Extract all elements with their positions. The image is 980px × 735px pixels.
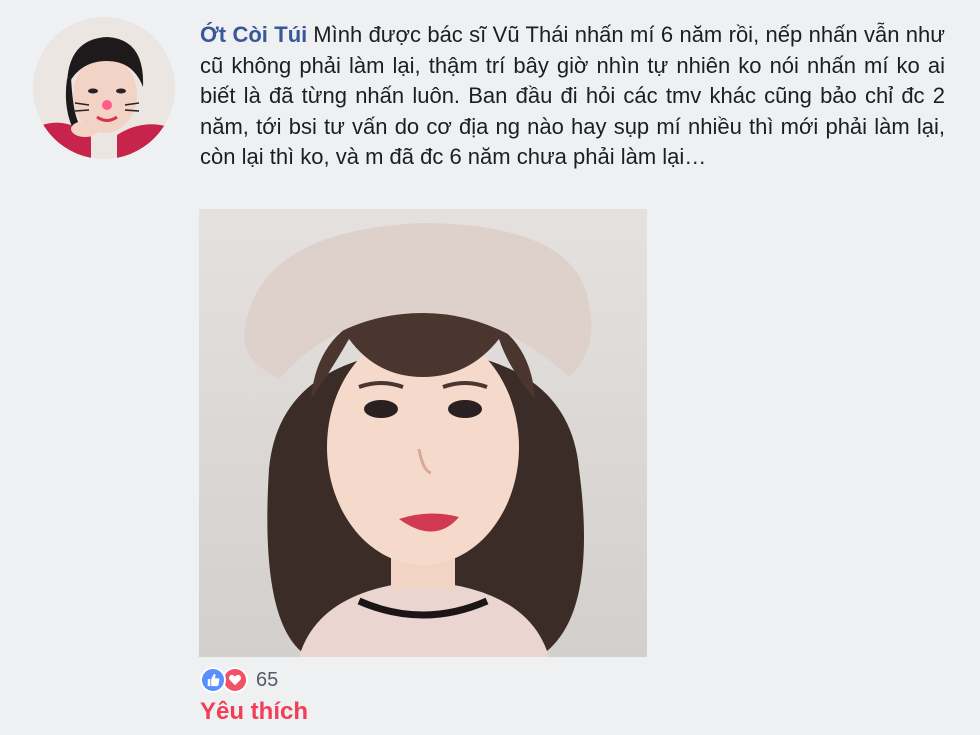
- avatar-image: [33, 17, 175, 159]
- avatar[interactable]: [33, 17, 175, 159]
- comment-body: Ớt Còi Túi Mình được bác sĩ Vũ Thái nhấn …: [200, 20, 945, 173]
- comment-attached-photo[interactable]: [199, 209, 647, 657]
- reaction-count: 65: [256, 668, 279, 691]
- reaction-summary[interactable]: 65: [200, 666, 278, 694]
- love-reaction-button[interactable]: Yêu thích: [200, 698, 308, 726]
- attached-photo-image: [199, 209, 647, 657]
- like-icon: [200, 667, 226, 693]
- comment-text: Mình được bác sĩ Vũ Thái nhấn mí 6 năm r…: [200, 22, 945, 169]
- comment-author-name[interactable]: Ớt Còi Túi: [200, 22, 307, 47]
